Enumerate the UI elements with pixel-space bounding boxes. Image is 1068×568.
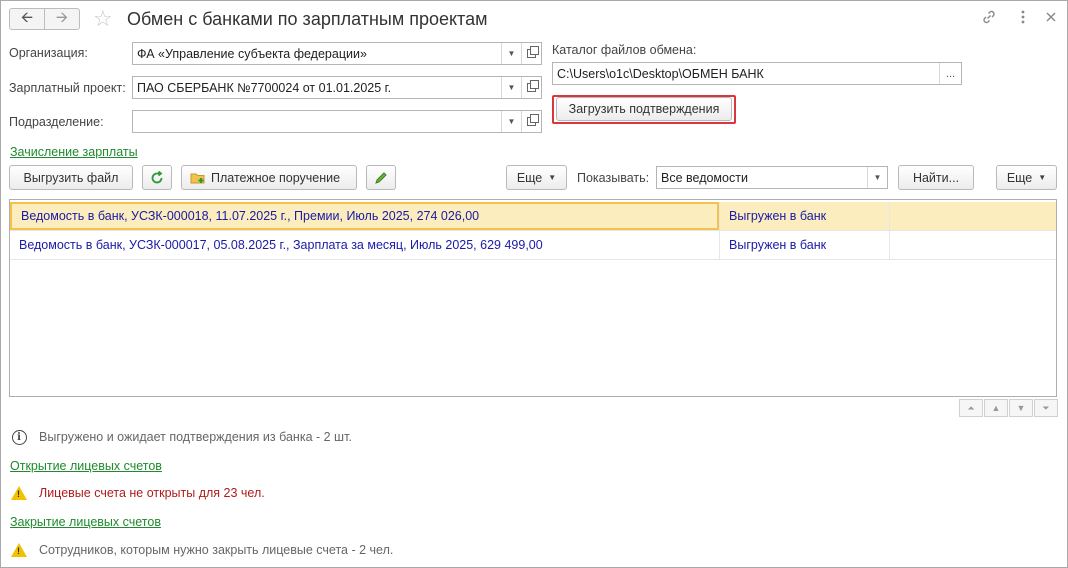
forward-button[interactable]: 🡪 xyxy=(44,8,80,30)
statement-status: Выгружен в банк xyxy=(719,202,889,230)
statement-name: Ведомость в банк, УСЗК-000017, 05.08.202… xyxy=(19,238,543,252)
statement-name: Ведомость в банк, УСЗК-000018, 11.07.202… xyxy=(10,202,719,230)
dept-label: Подразделение: xyxy=(9,115,104,129)
close-icon[interactable] xyxy=(1043,9,1059,30)
arrow-left-icon: 🡨 xyxy=(20,8,34,26)
open-icon[interactable] xyxy=(521,111,541,132)
statements-table[interactable]: Ведомость в банк, УСЗК-000018, 11.07.202… xyxy=(9,199,1057,397)
chevron-down-icon[interactable]: ▼ xyxy=(501,43,521,64)
payment-order-label: Платежное поручение xyxy=(211,170,341,185)
refresh-icon xyxy=(151,170,163,183)
pencil-icon xyxy=(375,171,387,184)
page-title: Обмен с банками по зарплатным проектам xyxy=(127,9,488,29)
more-vertical-icon[interactable] xyxy=(1015,9,1031,30)
down-icon: ▼ xyxy=(1016,403,1026,413)
org-field[interactable]: ФА «Управление субъекта федерации» ▼ xyxy=(132,42,542,65)
more-label: Еще xyxy=(1006,170,1033,185)
awaiting-text: Выгружено и ожидает подтверждения из бан… xyxy=(39,430,352,444)
chevron-down-icon: ▼ xyxy=(1038,173,1047,182)
browse-button[interactable]: ... xyxy=(939,63,961,84)
show-value: Все ведомости xyxy=(661,170,748,185)
chevron-down-icon[interactable]: ▼ xyxy=(501,111,521,132)
to-close-message: ! Сотрудников, которым нужно закрыть лиц… xyxy=(11,542,393,558)
scroll-first-button[interactable]: ⏶ xyxy=(959,399,983,417)
folder-add-icon xyxy=(190,173,205,183)
chevron-down-icon[interactable]: ▼ xyxy=(501,77,521,98)
arrow-right-icon: 🡪 xyxy=(55,8,69,26)
back-button[interactable]: 🡨 xyxy=(9,8,45,30)
first-icon: ⏶ xyxy=(967,402,975,413)
to-close-text: Сотрудников, которым нужно закрыть лицев… xyxy=(39,543,394,557)
project-label: Зарплатный проект: xyxy=(9,81,126,95)
chevron-down-icon: ▼ xyxy=(548,173,557,182)
open-accounts-link[interactable]: Открытие лицевых счетов xyxy=(10,459,162,473)
not-opened-message: ! Лицевые счета не открыты для 23 чел. xyxy=(11,485,265,501)
catalog-value: C:\Users\o1c\Desktop\ОБМЕН БАНК xyxy=(557,66,764,81)
open-icon[interactable] xyxy=(521,77,541,98)
warning-icon: ! xyxy=(11,486,27,500)
more-button-1[interactable]: Еще ▼ xyxy=(506,165,567,190)
chevron-down-icon[interactable]: ▼ xyxy=(867,167,887,188)
project-value: ПАО СБЕРБАНК №7700024 от 01.01.2025 г. xyxy=(137,80,392,95)
open-icon[interactable] xyxy=(521,43,541,64)
scroll-up-button[interactable]: ▲ xyxy=(984,399,1008,417)
load-confirmations-button[interactable]: Загрузить подтверждения xyxy=(556,97,732,121)
title-bar: 🡨 🡪 ☆ Обмен с банками по зарплатным прое… xyxy=(9,6,1061,33)
table-row[interactable]: Ведомость в банк, УСЗК-000018, 11.07.202… xyxy=(10,202,1056,231)
catalog-label: Каталог файлов обмена: xyxy=(552,43,697,57)
org-label: Организация: xyxy=(9,46,88,60)
favorite-star-icon[interactable]: ☆ xyxy=(93,6,113,32)
warning-icon: ! xyxy=(11,543,27,557)
scroll-last-button[interactable]: ⏷ xyxy=(1034,399,1058,417)
awaiting-message: i Выгружено и ожидает подтверждения из б… xyxy=(11,429,352,445)
show-select[interactable]: Все ведомости ▼ xyxy=(656,166,888,189)
form-window: 🡨 🡪 ☆ Обмен с банками по зарплатным прое… xyxy=(0,0,1068,568)
more-button-2[interactable]: Еще ▼ xyxy=(996,165,1057,190)
statement-status: Выгружен в банк xyxy=(719,231,889,259)
find-button[interactable]: Найти... xyxy=(898,165,974,190)
up-icon: ▲ xyxy=(991,403,1001,413)
table-row[interactable]: Ведомость в банк, УСЗК-000017, 05.08.202… xyxy=(10,231,1056,260)
refresh-button[interactable] xyxy=(142,165,172,190)
not-opened-text: Лицевые счета не открыты для 23 чел. xyxy=(39,486,265,500)
more-label: Еще xyxy=(516,170,543,185)
payment-order-button[interactable]: Платежное поручение xyxy=(181,165,357,190)
info-icon: i xyxy=(11,429,27,445)
last-icon: ⏷ xyxy=(1042,402,1050,413)
show-label: Показывать: xyxy=(577,171,650,185)
close-accounts-link[interactable]: Закрытие лицевых счетов xyxy=(10,515,161,529)
org-value: ФА «Управление субъекта федерации» xyxy=(137,46,367,61)
salary-crediting-link[interactable]: Зачисление зарплаты xyxy=(10,145,138,159)
edit-button[interactable] xyxy=(366,165,396,190)
scroll-down-button[interactable]: ▼ xyxy=(1009,399,1033,417)
link-icon[interactable] xyxy=(981,9,997,30)
project-field[interactable]: ПАО СБЕРБАНК №7700024 от 01.01.2025 г. ▼ xyxy=(132,76,542,99)
catalog-field[interactable]: C:\Users\o1c\Desktop\ОБМЕН БАНК ... xyxy=(552,62,962,85)
export-file-button[interactable]: Выгрузить файл xyxy=(9,165,133,190)
dept-field[interactable]: ▼ xyxy=(132,110,542,133)
